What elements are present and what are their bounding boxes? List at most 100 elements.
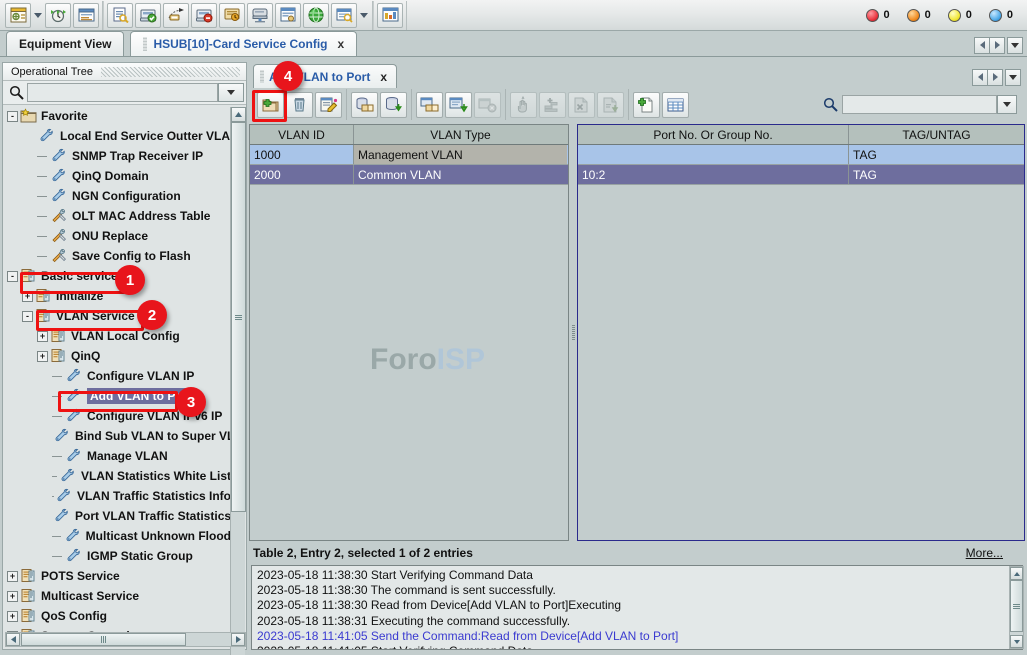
dropdown-arrow-icon[interactable] [32,3,44,28]
tree-node-local-end-service-outter-vlan[interactable]: Local End Service Outter VLAN [3,126,231,146]
grid-view-button[interactable] [662,92,689,118]
panel-search-input[interactable] [842,95,997,114]
tree-node-onu-replace[interactable]: ONU Replace [3,226,231,246]
tab-prev-button[interactable] [974,37,990,54]
tree-node-multicast-unknown-flood[interactable]: Multicast Unknown Flood [3,526,231,546]
h-scroll-thumb[interactable] [21,633,186,646]
subtab-prev-button[interactable] [972,69,988,86]
topology-view-icon[interactable] [5,3,31,28]
edit-record-button[interactable] [315,92,342,118]
read-from-device-button[interactable] [351,92,378,118]
close-icon[interactable]: x [380,70,387,84]
server-rack-icon[interactable] [247,3,273,28]
report-window-icon[interactable] [73,3,99,28]
card-config-icon[interactable] [275,3,301,28]
tree-expander-icon[interactable]: - [7,271,18,282]
authorization-icon[interactable] [107,3,133,28]
new-record-button[interactable] [257,92,284,118]
tree-node-vlan-traffic-statistics-info[interactable]: VLAN Traffic Statistics Info [3,486,231,506]
vlan-table[interactable]: VLAN ID VLAN Type 1000 Management VLAN 2… [249,124,569,541]
window-query-icon[interactable] [331,3,357,28]
add-row-button[interactable] [539,92,566,118]
tree-node-qos-config[interactable]: +QoS Config [3,606,231,626]
tree-node-igmp-static-group[interactable]: IGMP Static Group [3,546,231,566]
column-header-port-no[interactable]: Port No. Or Group No. [578,125,849,144]
dropdown-arrow-icon[interactable] [358,3,370,28]
tree-node-qinq[interactable]: +QinQ [3,346,231,366]
column-header-vlan-type[interactable]: VLAN Type [354,125,567,144]
tree-expander-icon[interactable]: + [7,591,18,602]
column-header-tag-untag[interactable]: TAG/UNTAG [849,125,1024,144]
critical-alarm-indicator[interactable]: 0 [861,9,890,22]
tree-node-pots-service[interactable]: +POTS Service [3,566,231,586]
tree-node-vlan-statistics-white-list[interactable]: VLAN Statistics White List [3,466,231,486]
tree-search-input[interactable] [27,83,218,102]
log-scroll-up-button[interactable] [1010,567,1023,580]
panel-search-dropdown-button[interactable] [997,95,1017,114]
table-row[interactable]: TAG [578,145,1024,165]
tree-node-manage-vlan[interactable]: Manage VLAN [3,446,231,466]
apply-all-button[interactable] [445,92,472,118]
read-all-button[interactable] [416,92,443,118]
device-check-icon[interactable] [135,3,161,28]
select-pointer-button[interactable] [510,92,537,118]
more-link[interactable]: More... [966,546,1025,560]
cancel-all-button[interactable] [474,92,501,118]
subtab-next-button[interactable] [987,69,1003,86]
tree-node-vlan-service[interactable]: -VLAN Service [3,306,231,326]
log-scroll-down-button[interactable] [1010,635,1023,648]
chart-window-icon[interactable] [377,3,403,28]
tree-expander-icon[interactable]: + [22,291,33,302]
warning-alarm-indicator[interactable]: 0 [984,9,1013,22]
export-excel-button[interactable] [568,92,595,118]
tree-node-bind-sub-vlan-to-super-vl[interactable]: Bind Sub VLAN to Super VL [3,426,231,446]
tree-horizontal-scrollbar[interactable] [5,632,246,647]
tab-card-service-config[interactable]: HSUB[10]-Card Service Config x [130,31,357,56]
scroll-thumb[interactable] [231,122,246,512]
scroll-left-button[interactable] [6,633,20,646]
tree-node-favorite[interactable]: -Favorite [3,106,231,126]
tree-node-olt-mac-address-table[interactable]: OLT MAC Address Table [3,206,231,226]
export-report-button[interactable] [597,92,624,118]
tree-node-save-config-to-flash[interactable]: Save Config to Flash [3,246,231,266]
table-splitter[interactable] [569,124,577,541]
tree-expander-icon[interactable]: + [7,571,18,582]
delete-record-button[interactable] [286,92,313,118]
tree-expander-icon[interactable]: + [37,351,48,362]
device-minus-icon[interactable] [191,3,217,28]
tree-node-ngn-configuration[interactable]: NGN Configuration [3,186,231,206]
tree-node-port-vlan-traffic-statistics[interactable]: Port VLAN Traffic Statistics [3,506,231,526]
tab-next-button[interactable] [989,37,1005,54]
table-row[interactable]: 2000 Common VLAN [250,165,568,185]
new-page-button[interactable] [633,92,660,118]
major-alarm-indicator[interactable]: 0 [902,9,931,22]
tree-node-qinq-domain[interactable]: QinQ Domain [3,166,231,186]
table-row[interactable]: 1000 Management VLAN [250,145,568,165]
column-header-vlan-id[interactable]: VLAN ID [250,125,354,144]
tree-search-dropdown-button[interactable] [218,83,244,102]
alarm-box-icon[interactable] [219,3,245,28]
minor-alarm-indicator[interactable]: 0 [943,9,972,22]
write-to-device-button[interactable] [380,92,407,118]
tree-expander-icon[interactable]: - [7,111,18,122]
close-icon[interactable]: x [338,37,345,51]
tree-node-multicast-service[interactable]: +Multicast Service [3,586,231,606]
scroll-right-button[interactable] [231,633,245,646]
globe-icon[interactable] [303,3,329,28]
log-vertical-scrollbar[interactable] [1009,566,1024,649]
subtab-list-button[interactable] [1005,69,1021,86]
tree-node-snmp-trap-receiver-ip[interactable]: SNMP Trap Receiver IP [3,146,231,166]
scroll-up-button[interactable] [231,107,246,122]
log-scroll-thumb[interactable] [1010,580,1023,632]
table-row[interactable]: 10:2 TAG [578,165,1024,185]
tab-equipment-view[interactable]: Equipment View [6,31,124,56]
tab-list-button[interactable] [1007,37,1023,54]
log-panel[interactable]: 2023-05-18 11:38:30 Start Verifying Comm… [251,565,1023,650]
tree-vertical-scrollbar[interactable] [230,107,245,655]
tree-expander-icon[interactable]: + [7,611,18,622]
tree-node-configure-vlan-ip[interactable]: Configure VLAN IP [3,366,231,386]
tree-expander-icon[interactable]: + [37,331,48,342]
tree-expander-icon[interactable]: - [22,311,33,322]
tree-node-vlan-local-config[interactable]: +VLAN Local Config [3,326,231,346]
scheduled-task-icon[interactable] [45,3,71,28]
